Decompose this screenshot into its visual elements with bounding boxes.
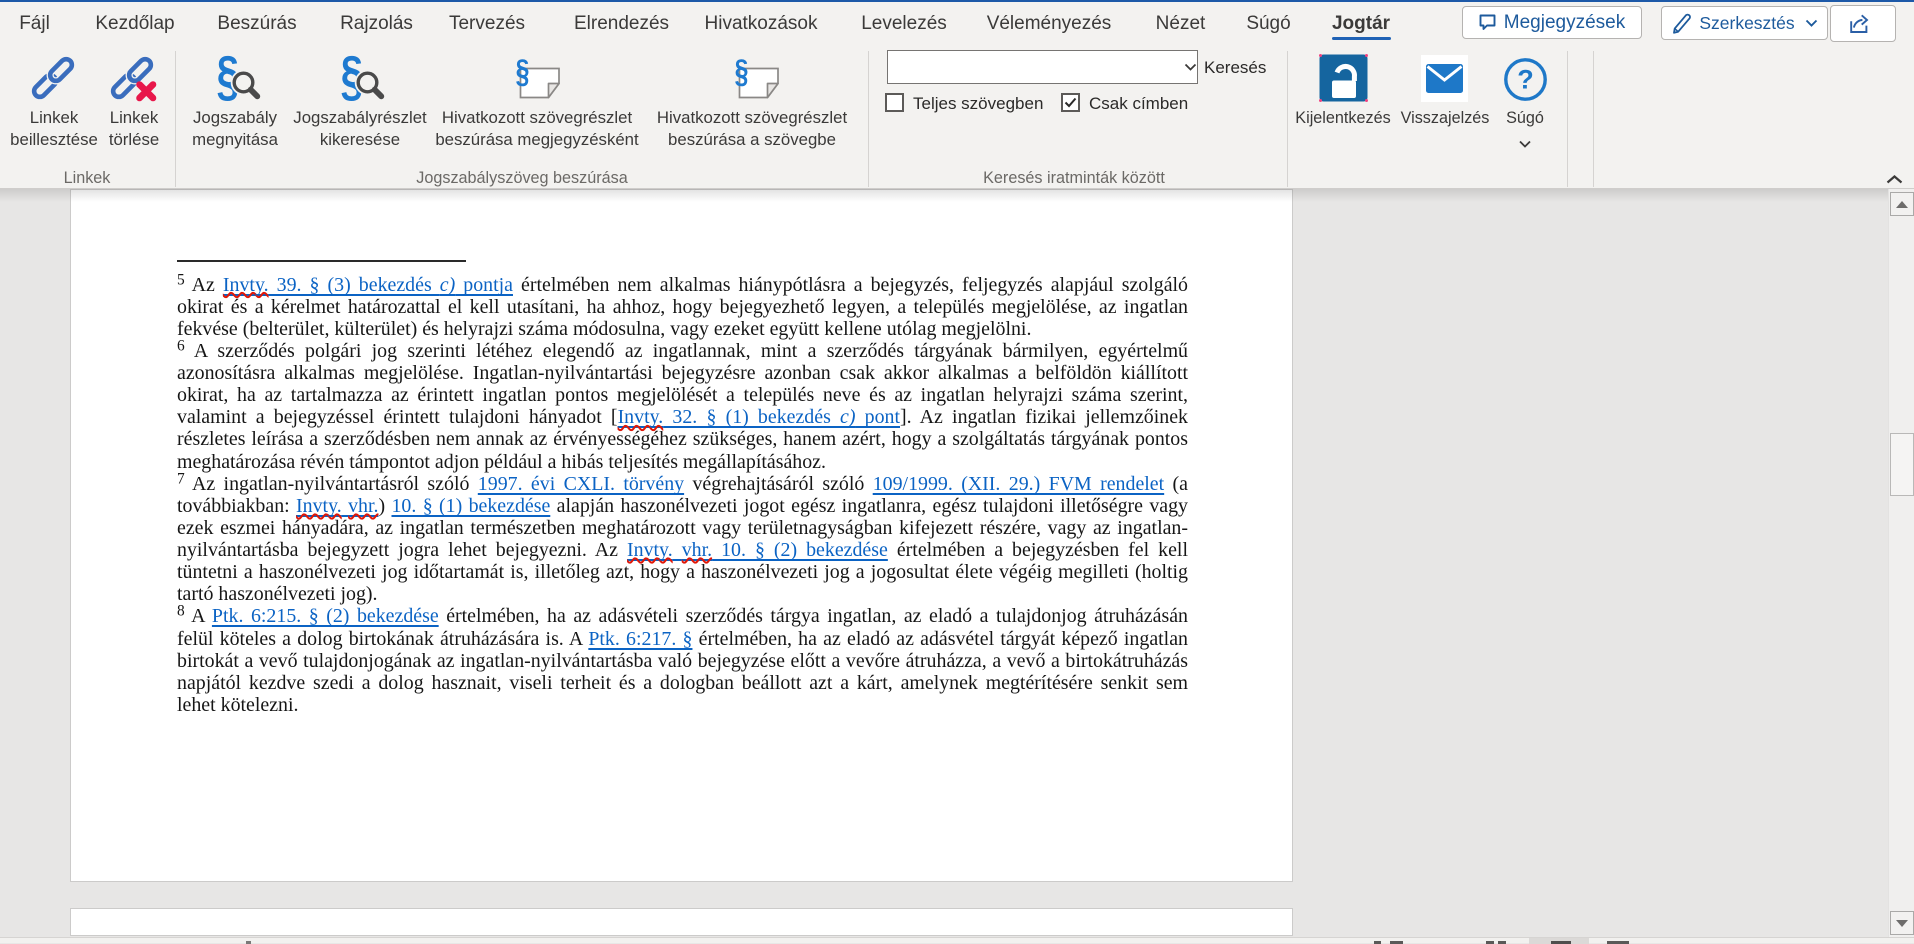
svg-text:§: §: [516, 54, 530, 90]
svg-text:§: §: [735, 54, 749, 90]
svg-text:?: ?: [1517, 65, 1534, 95]
